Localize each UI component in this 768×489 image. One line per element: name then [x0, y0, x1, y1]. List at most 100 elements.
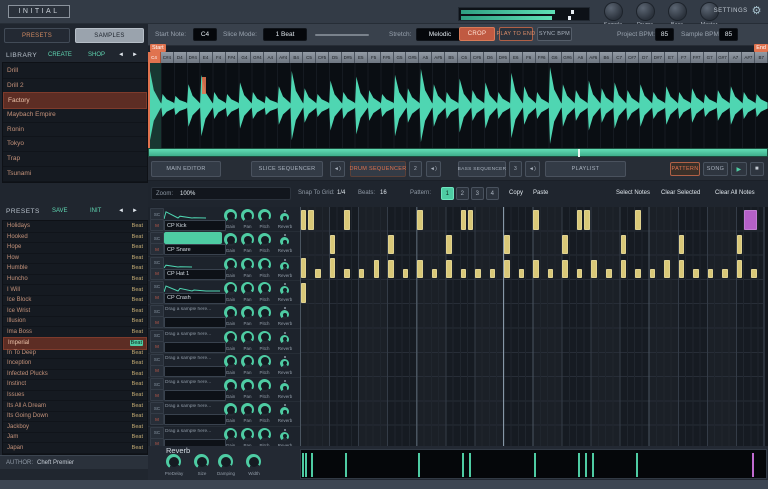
knob-reverb-send[interactable]	[280, 335, 289, 344]
knob-gain[interactable]	[224, 233, 237, 246]
grid-note[interactable]	[650, 269, 656, 278]
zoom-control[interactable]: Zoom: 100%	[151, 187, 291, 200]
slice-cell[interactable]: C#7	[626, 52, 639, 63]
waveform-display[interactable]	[148, 63, 768, 148]
slice-cell[interactable]: E7	[665, 52, 678, 63]
play-button[interactable]: ▶	[731, 162, 747, 176]
grid-note[interactable]	[417, 210, 423, 229]
grid-note[interactable]	[359, 269, 365, 278]
slice-cell[interactable]: B6	[600, 52, 613, 63]
mute-button[interactable]: M	[150, 389, 164, 401]
song-mode-button[interactable]: SONG	[703, 162, 728, 176]
sample-name-field[interactable]: CP Hat 1	[164, 269, 226, 280]
grid-note[interactable]	[315, 269, 321, 278]
velocity-bar[interactable]	[592, 453, 594, 477]
knob-pan[interactable]	[241, 233, 254, 246]
knob-reverb-send[interactable]	[280, 383, 289, 392]
slice-cell[interactable]: G#5	[406, 52, 419, 63]
slice-cell[interactable]: G#4	[251, 52, 264, 63]
slice-cell[interactable]: E4	[200, 52, 213, 63]
tab-main-editor[interactable]: MAIN EDITOR	[151, 161, 221, 177]
velocity-bar[interactable]	[311, 453, 313, 477]
slice-cell[interactable]: C#4	[161, 52, 174, 63]
presets-save-button[interactable]: SAVE	[52, 208, 68, 214]
knob-pitch[interactable]	[258, 282, 271, 295]
solo-cut-button[interactable]: SC	[150, 354, 164, 366]
preset-item[interactable]: Ice WristBeat	[3, 305, 147, 316]
sample-bpm-value[interactable]: 85	[719, 28, 738, 41]
knob-pan[interactable]	[241, 306, 254, 319]
slice-cell[interactable]: E5	[355, 52, 368, 63]
channel-strip[interactable]: SCMDrag a sample here...GainPanPitchReve…	[148, 353, 300, 378]
grid-note[interactable]	[679, 260, 685, 279]
loop-scroll-bar[interactable]	[148, 148, 768, 157]
knob-gain[interactable]	[224, 403, 237, 416]
knob-gain[interactable]	[224, 258, 237, 271]
slice-cell[interactable]: G5	[394, 52, 407, 63]
slice-cell[interactable]: C5	[303, 52, 316, 63]
grid-note[interactable]	[577, 210, 583, 229]
tab-bass-sequencer[interactable]: BASS SEQUENCER	[458, 161, 506, 177]
sample-thumbnail[interactable]	[164, 208, 222, 219]
grid-note[interactable]	[591, 260, 597, 279]
preset-item[interactable]: Its All A DreamBeat	[3, 400, 147, 411]
grid-note[interactable]	[432, 269, 438, 278]
velocity-bar[interactable]	[636, 453, 638, 477]
slice-cell[interactable]: A#6	[587, 52, 600, 63]
pattern-1-button[interactable]: 1	[441, 187, 454, 200]
velocity-bar[interactable]	[585, 453, 587, 477]
slice-cell[interactable]: A#7	[742, 52, 755, 63]
velocity-bar[interactable]	[345, 453, 347, 477]
knob-gain[interactable]	[224, 331, 237, 344]
knob-gain[interactable]	[224, 282, 237, 295]
velocity-bar[interactable]	[578, 453, 580, 477]
channel-strip[interactable]: SCMDrag a sample here...GainPanPitchReve…	[148, 329, 300, 354]
sample-name-field[interactable]: CP Crash	[164, 293, 226, 304]
grid-note[interactable]	[504, 235, 510, 254]
stop-button[interactable]: ■	[750, 162, 764, 176]
sample-name-field[interactable]: CP Snare	[164, 244, 226, 255]
knob-gain[interactable]	[224, 306, 237, 319]
knob-gain[interactable]	[224, 209, 237, 222]
mute-button[interactable]: M	[150, 365, 164, 377]
knob-pitch[interactable]	[258, 331, 271, 344]
mute-button[interactable]: M	[150, 243, 164, 255]
grid-note[interactable]	[344, 210, 350, 229]
velocity-bar[interactable]	[752, 453, 754, 477]
slice-cell[interactable]: G#7	[717, 52, 730, 63]
preset-item[interactable]: HookedBeat	[3, 232, 147, 243]
sync-bpm-button[interactable]: SYNC BPM	[537, 27, 572, 41]
slice-cell[interactable]: B5	[445, 52, 458, 63]
slice-cell[interactable]: F6	[523, 52, 536, 63]
beats-value[interactable]: 16	[380, 190, 387, 196]
knob-pan[interactable]	[241, 428, 254, 441]
knob-pitch[interactable]	[258, 379, 271, 392]
grid-note[interactable]	[301, 258, 307, 278]
sample-name-field[interactable]	[164, 317, 226, 328]
grid-note[interactable]	[504, 260, 510, 279]
velocity-bar[interactable]	[418, 453, 420, 477]
grid-note[interactable]	[519, 269, 525, 278]
grid-note[interactable]	[388, 260, 394, 279]
library-prev-icon[interactable]: ◄	[118, 52, 124, 58]
pattern-3-button[interactable]: 3	[471, 187, 484, 200]
slice-cell[interactable]: G7	[704, 52, 717, 63]
reverb-knob-size[interactable]	[194, 454, 209, 469]
knob-pitch[interactable]	[258, 403, 271, 416]
grid-note[interactable]	[490, 269, 496, 278]
reverb-knob-width[interactable]	[246, 454, 261, 469]
knob-pan[interactable]	[241, 331, 254, 344]
tab-drum-sequencer[interactable]: DRUM SEQUENCER	[350, 161, 406, 177]
slice-cell[interactable]: C#5	[316, 52, 329, 63]
slice-cell[interactable]: F7	[678, 52, 691, 63]
knob-gain[interactable]	[224, 379, 237, 392]
presets-prev-icon[interactable]: ◄	[118, 208, 124, 214]
grid-note[interactable]	[308, 210, 314, 229]
knob-gain[interactable]	[224, 355, 237, 368]
knob-pan[interactable]	[241, 379, 254, 392]
mute-button[interactable]: M	[150, 341, 164, 353]
drum-speaker-icon[interactable]: ◄)	[426, 161, 441, 177]
preset-item[interactable]: IssuesBeat	[3, 390, 147, 401]
grid-note[interactable]	[577, 269, 583, 278]
sample-name-field[interactable]	[164, 414, 226, 425]
